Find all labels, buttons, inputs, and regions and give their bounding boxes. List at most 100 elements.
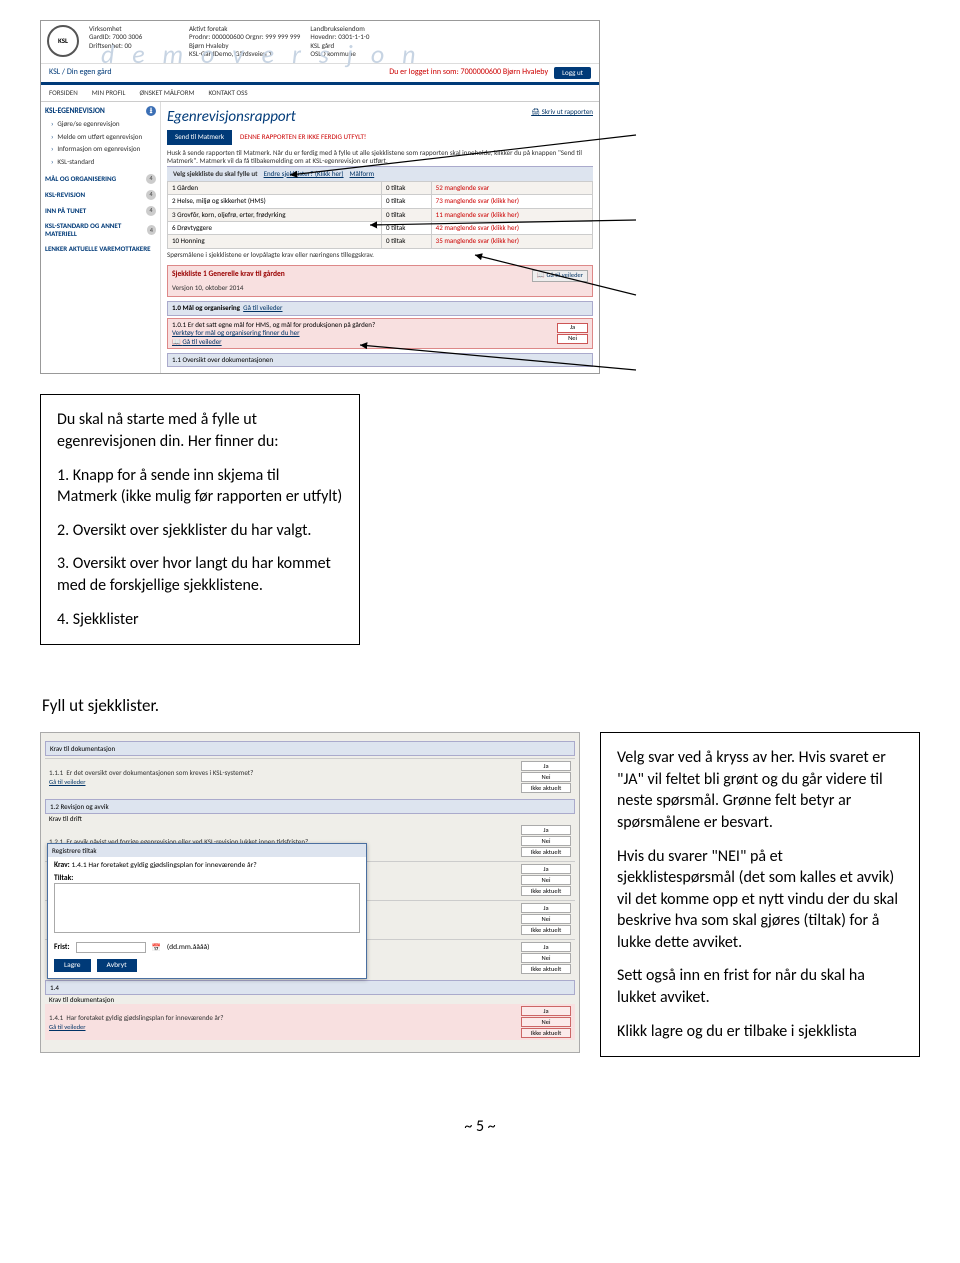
frist-hint: (dd.mm.åååå) [167, 943, 210, 952]
page-number: ~ 5 ~ [40, 1117, 920, 1136]
logout-button[interactable]: Logg ut [554, 67, 591, 79]
q101-veileder[interactable]: 📖 Gå til veileder [172, 337, 222, 346]
ksl-logo: KSL [47, 25, 79, 57]
s2-sec-14: 1.4 [45, 980, 575, 995]
callout2-p4: Klikk lagre og du er tilbake i sjekklist… [617, 1021, 903, 1043]
ans-nei[interactable]: Nei [521, 875, 571, 885]
register-tiltak-modal: Registrere tiltak Krav: 1.4.1 Har foreta… [47, 843, 367, 979]
callout1-p4: 3. Oversikt over hvor langt du har komme… [57, 553, 343, 596]
q141-lnk[interactable]: Gå til veileder [49, 1023, 86, 1031]
sidebar-item-1[interactable]: Melde om utført egenrevisjon [45, 131, 156, 143]
answer-ja[interactable]: Ja [557, 323, 588, 333]
breadcrumb-bar: KSL / Din egen gård Du er logget inn som… [41, 64, 599, 82]
page-title: Egenrevisjonsrapport [167, 108, 593, 126]
sidebar-sec-0[interactable]: MÅL OG ORGANISERING4 [45, 174, 156, 184]
ans-nei[interactable]: Nei [521, 772, 571, 782]
send-blurb: Husk å sende rapporten til Matmerk. Når … [167, 149, 593, 166]
ans-ikke[interactable]: Ikke aktuelt [521, 783, 571, 793]
checklist-version: Versjon 10, oktober 2014 [172, 284, 588, 292]
modal-header: Registrere tiltak [48, 844, 366, 857]
ans-ja[interactable]: Ja [521, 761, 571, 771]
ans-nei[interactable]: Nei [521, 953, 571, 963]
ans-nei[interactable]: Nei [521, 1017, 571, 1027]
screenshot-1: d e m o v e r s j o n KSL Virksomhet Gar… [40, 20, 600, 374]
s2-sec-14-sub: Krav til dokumentasjon [45, 995, 575, 1004]
nav-forsiden[interactable]: FORSIDEN [49, 89, 78, 97]
sidebar-sec-4[interactable]: LENKER AKTUELLE VAREMOTTAKERE [45, 245, 156, 253]
question-1-0-1: 1.0.1 Er det satt egne mål for HMS, og m… [167, 318, 593, 349]
send-warning: DENNE RAPPORTEN ER IKKE FERDIG UTFYLT! [240, 133, 366, 141]
ans-ja[interactable]: Ja [521, 942, 571, 952]
hdr2-l4: OSLO kommune [310, 50, 400, 58]
answer-nei[interactable]: Nei [557, 334, 588, 344]
callout2-p2: Hvis du svarer "NEI" på et sjekklistespø… [617, 846, 903, 954]
ans-ja[interactable]: Ja [521, 864, 571, 874]
checklist-1-block: Sjekkliste 1 Generelle krav til gården 📖… [167, 265, 593, 297]
callout1-p2: 1. Knapp for å sende inn skjema til Matm… [57, 465, 343, 508]
table-row: 3 Grovfôr, korn, oljefrø, erter, frødyrk… [168, 208, 593, 221]
nav-malform[interactable]: ØNSKET MÅLFORM [140, 89, 195, 97]
veileder-link-10[interactable]: Gå til veileder [243, 303, 282, 312]
nav-kontakt[interactable]: KONTAKT OSS [208, 89, 247, 97]
download-icon[interactable]: ⭳ [146, 106, 156, 116]
table-header-row: Velg sjekkliste du skal fylle ut Endre s… [167, 166, 593, 181]
section-heading: Fyll ut sjekklister. [42, 695, 920, 716]
sidebar-sec-3[interactable]: KSL-STANDARD OG ANNET MATERIELL4 [45, 222, 156, 239]
ans-ja[interactable]: Ja [521, 825, 571, 835]
lagre-button[interactable]: Lagre [54, 959, 91, 972]
checklist-table: 1 Gården0 tiltak52 manglende svar 2 Hels… [167, 181, 593, 249]
sidebar-item-2[interactable]: Informasjon om egenrevisjon [45, 143, 156, 155]
table-row: 6 Drøvtyggere0 tiltak42 manglende svar (… [168, 222, 593, 235]
s2-sec-top: Krav til dokumentasjon [45, 741, 575, 756]
hdr1-l4: KSL-GardDemo, Gårdsveien 1 [189, 50, 300, 58]
callout2-p3: Sett også inn en frist for når du skal h… [617, 965, 903, 1008]
krav-text: 1.4.1 Har foretaket gyldig gjødslingspla… [71, 861, 256, 870]
s2-sec-12: 1.2 Revisjon og avvik [45, 799, 575, 814]
callout1-p1: Du skal nå starte med å fylle ut egenrev… [57, 409, 343, 452]
table-row: 1 Gården0 tiltak52 manglende svar [168, 181, 593, 194]
ans-ja[interactable]: Ja [521, 903, 571, 913]
ans-ja[interactable]: Ja [521, 1006, 571, 1016]
calendar-icon[interactable]: 📅 [152, 943, 161, 953]
callout-1: Du skal nå starte med å fylle ut egenrev… [40, 394, 360, 645]
main-nav: FORSIDEN MIN PROFIL ØNSKET MÅLFORM KONTA… [41, 85, 599, 102]
ans-nei[interactable]: Nei [521, 836, 571, 846]
hdr0-l3: Driftsenhet: 00 [89, 42, 179, 50]
avbryt-button[interactable]: Avbryt [97, 959, 137, 972]
sidebar-head-label: KSL-EGENREVISJON [45, 107, 105, 116]
table-row: 10 Honning0 tiltak35 manglende svar (kli… [168, 235, 593, 248]
sidebar: KSL-EGENREVISJON ⭳ Gjøre/se egenrevisjon… [41, 102, 161, 373]
logged-in-text: Du er logget inn som: 7000000600 Bjørn H… [389, 68, 548, 78]
q-1-4-1: 1.4.1 Har foretaket gyldig gjødslingspla… [45, 1004, 575, 1040]
frist-input[interactable] [76, 942, 146, 953]
ans-ikke[interactable]: Ikke aktuelt [521, 847, 571, 857]
endre-link[interactable]: Endre sjekklister? (Klikk her) [264, 170, 344, 178]
ans-ikke[interactable]: Ikke aktuelt [521, 1028, 571, 1038]
krav-label: Krav: [54, 861, 70, 870]
callout-2: Velg svar ved å kryss av her. Hvis svare… [600, 732, 920, 1057]
ans-ikke[interactable]: Ikke aktuelt [521, 964, 571, 974]
tiltak-textarea[interactable] [54, 883, 360, 933]
send-button[interactable]: Send til Matmerk [167, 130, 232, 144]
tiltak-label: Tiltak: [54, 874, 360, 883]
s2-sec-12-sub: Krav til drift [45, 814, 575, 823]
ans-nei[interactable]: Nei [521, 914, 571, 924]
nav-min-profil[interactable]: MIN PROFIL [92, 89, 126, 97]
q111-lnk[interactable]: Gå til veileder [49, 778, 86, 786]
ans-ikke[interactable]: Ikke aktuelt [521, 925, 571, 935]
print-link[interactable]: 🖨 Skriv ut rapporten [531, 108, 593, 116]
sidebar-item-3[interactable]: KSL-standard [45, 156, 156, 168]
section-1-1: 1.1 Oversikt over dokumentasjonen [167, 353, 593, 367]
sidebar-sec-2[interactable]: INN PÅ TUNET4 [45, 206, 156, 216]
malform-link[interactable]: Målform [350, 170, 375, 178]
table-row: 2 Helse, miljø og sikkerhet (HMS)0 tilta… [168, 195, 593, 208]
sidebar-sec-1[interactable]: KSL-REVISJON4 [45, 190, 156, 200]
hdr-col-2: Landbrukseiendom Hovednr: 0301-1-1-0 KSL… [310, 25, 400, 59]
sidebar-item-0[interactable]: Gjøre/se egenrevisjon [45, 118, 156, 130]
callout2-p1: Velg svar ved å kryss av her. Hvis svare… [617, 747, 903, 833]
ans-ikke[interactable]: Ikke aktuelt [521, 886, 571, 896]
breadcrumb[interactable]: KSL / Din egen gård [49, 68, 112, 78]
veileder-button[interactable]: 📖 Gå til veileder [532, 270, 588, 282]
screenshot1-main: 🖨 Skriv ut rapporten Egenrevisjonsrappor… [161, 102, 599, 373]
screenshot-2: Krav til dokumentasjon 1.1.1 Er det over… [40, 732, 580, 1053]
